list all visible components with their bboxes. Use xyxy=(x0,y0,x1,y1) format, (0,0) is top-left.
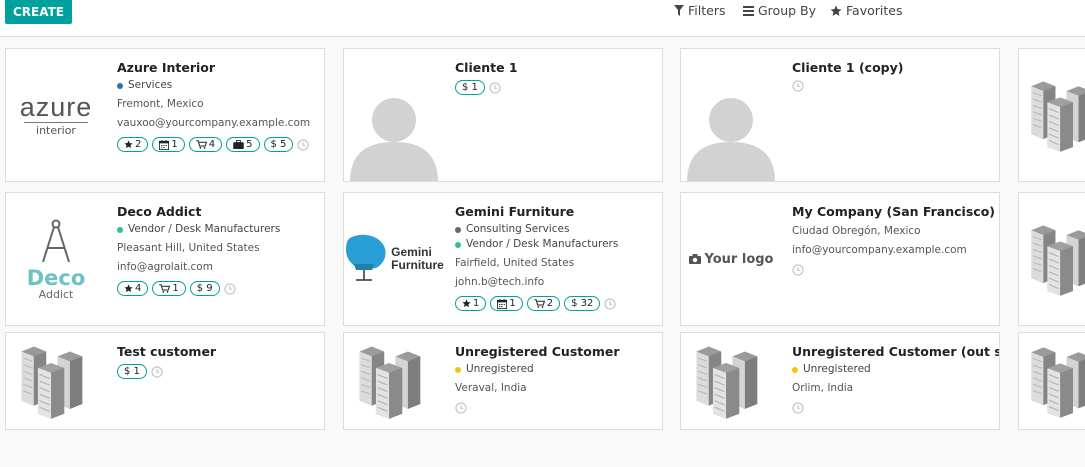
company-buildings-icon xyxy=(353,340,435,422)
calendar-icon xyxy=(497,299,507,309)
partner-name: Test customer xyxy=(117,344,217,359)
activity-clock-icon[interactable] xyxy=(151,366,163,378)
star-icon xyxy=(124,284,133,293)
company-image xyxy=(344,333,444,429)
avatar-placeholder xyxy=(681,49,781,181)
category-tag: Vendor / Desk Manufacturers xyxy=(117,222,318,237)
cart-icon xyxy=(196,140,207,149)
partner-card-partial[interactable] xyxy=(1018,332,1085,430)
favorite-badge[interactable]: 4 xyxy=(117,281,149,296)
activity-clock-icon[interactable] xyxy=(604,298,616,310)
partner-card-gemini-furniture[interactable]: Gemini Furniture Gemini Furniture Consult… xyxy=(343,192,663,326)
partner-location: Veraval, India xyxy=(455,382,527,394)
partner-card-my-company[interactable]: Your logo My Company (San Francisco) Ciu… xyxy=(680,192,1000,326)
partner-card-unregistered-customer-out-state[interactable]: Unregistered Customer (out state) Unregi… xyxy=(680,332,1000,430)
purchases-badge[interactable]: 5 xyxy=(226,137,260,152)
cart-icon xyxy=(159,284,170,293)
partner-location: Ciudad Obregón, Mexico xyxy=(792,225,921,237)
favorite-badge[interactable]: 2 xyxy=(117,137,149,152)
partner-card-test-customer[interactable]: Test customer $ 1 xyxy=(5,332,325,430)
partner-card-unregistered-customer[interactable]: Unregistered Customer Unregistered Verav… xyxy=(343,332,663,430)
company-buildings-icon xyxy=(1025,75,1085,155)
company-image xyxy=(681,333,781,429)
partner-name: Gemini Furniture xyxy=(455,204,575,219)
meetings-badge[interactable]: 1 xyxy=(152,137,185,152)
partner-card-azure-interior[interactable]: azure interior Azure Interior Services F… xyxy=(5,48,325,182)
category-tag: Unregistered xyxy=(455,362,656,377)
invoiced-badge[interactable]: $ 9 xyxy=(189,281,220,296)
sales-badge[interactable]: 2 xyxy=(526,296,561,311)
control-panel: CREATE Filters Group By Favorites xyxy=(0,0,1085,37)
star-icon xyxy=(830,5,842,16)
meetings-badge[interactable]: 1 xyxy=(490,296,523,311)
partner-card-deco-addict[interactable]: Deco Addict Deco Addict Vendor / Desk Ma… xyxy=(5,192,325,326)
invoiced-badge[interactable]: $ 5 xyxy=(263,137,294,152)
partner-name: Azure Interior xyxy=(117,60,216,75)
partner-email: vauxoo@yourcompany.example.com xyxy=(117,117,311,129)
partner-location: Pleasant Hill, United States xyxy=(117,242,260,254)
calendar-icon xyxy=(159,140,169,150)
category-tag: Consulting Services xyxy=(455,222,656,237)
star-icon xyxy=(124,140,133,149)
partner-email: info@agrolait.com xyxy=(117,261,213,273)
activity-clock-icon[interactable] xyxy=(792,80,804,92)
sales-badge[interactable]: 4 xyxy=(188,137,223,152)
partner-name: Cliente 1 (copy) xyxy=(792,60,904,75)
activity-clock-icon[interactable] xyxy=(224,283,236,295)
group-by-label: Group By xyxy=(758,3,817,18)
create-button[interactable]: CREATE xyxy=(5,0,72,24)
company-buildings-icon xyxy=(15,340,97,422)
category-tag: Vendor / Desk Manufacturers xyxy=(455,237,656,252)
group-by-button[interactable]: Group By xyxy=(743,3,816,18)
invoiced-badge[interactable]: $ 32 xyxy=(564,296,601,311)
company-buildings-icon xyxy=(1025,341,1085,421)
azure-interior-logo: azure interior xyxy=(19,91,93,137)
egg-chair-icon xyxy=(346,234,386,281)
partner-email: john.b@tech.info xyxy=(455,276,545,288)
activity-clock-icon[interactable] xyxy=(455,402,467,414)
activity-clock-icon[interactable] xyxy=(489,82,501,94)
filters-label: Filters xyxy=(688,3,726,18)
partner-name: Deco Addict xyxy=(117,204,202,219)
activity-clock-icon[interactable] xyxy=(792,264,804,276)
category-tag: Services xyxy=(117,78,318,93)
partner-card-partial[interactable] xyxy=(1018,48,1085,182)
partner-card-cliente-1[interactable]: Cliente 1 $ 1 xyxy=(343,48,663,182)
star-icon xyxy=(462,299,471,308)
your-logo-placeholder: Your logo xyxy=(681,193,781,325)
gemini-furniture-logo: Gemini Furniture xyxy=(344,193,444,325)
category-tag: Unregistered xyxy=(792,362,993,377)
partner-name: Cliente 1 xyxy=(455,60,518,75)
favorites-label: Favorites xyxy=(846,3,903,18)
company-buildings-icon xyxy=(1025,219,1085,299)
cart-icon xyxy=(534,299,545,308)
avatar-placeholder xyxy=(344,49,444,181)
briefcase-icon xyxy=(233,140,244,149)
partner-card-partial[interactable] xyxy=(1018,192,1085,326)
favorites-button[interactable]: Favorites xyxy=(830,3,902,18)
activity-clock-icon[interactable] xyxy=(792,402,804,414)
partner-email: info@yourcompany.example.com xyxy=(792,244,967,256)
partner-name: My Company (San Francisco) xyxy=(792,204,995,219)
partner-card-cliente-1-copy[interactable]: Cliente 1 (copy) xyxy=(680,48,1000,182)
invoiced-badge[interactable]: $ 1 xyxy=(455,80,485,95)
partner-name: Unregistered Customer xyxy=(455,344,620,359)
favorite-badge[interactable]: 1 xyxy=(455,296,487,311)
activity-clock-icon[interactable] xyxy=(297,139,309,151)
partner-location: Orlim, India xyxy=(792,382,854,394)
company-image xyxy=(6,333,106,429)
bars-icon xyxy=(743,5,754,16)
partner-location: Fremont, Mexico xyxy=(117,98,204,110)
sales-badge[interactable]: 1 xyxy=(152,281,186,296)
deco-addict-logo: Deco Addict xyxy=(6,193,106,325)
partner-location: Fairfield, United States xyxy=(455,257,575,269)
partner-name: Unregistered Customer (out state) xyxy=(792,344,999,359)
invoiced-badge[interactable]: $ 1 xyxy=(117,364,147,379)
camera-icon xyxy=(688,254,701,264)
compass-icon xyxy=(42,219,70,262)
filters-button[interactable]: Filters xyxy=(674,3,725,18)
filter-icon xyxy=(674,5,684,16)
company-buildings-icon xyxy=(690,340,772,422)
